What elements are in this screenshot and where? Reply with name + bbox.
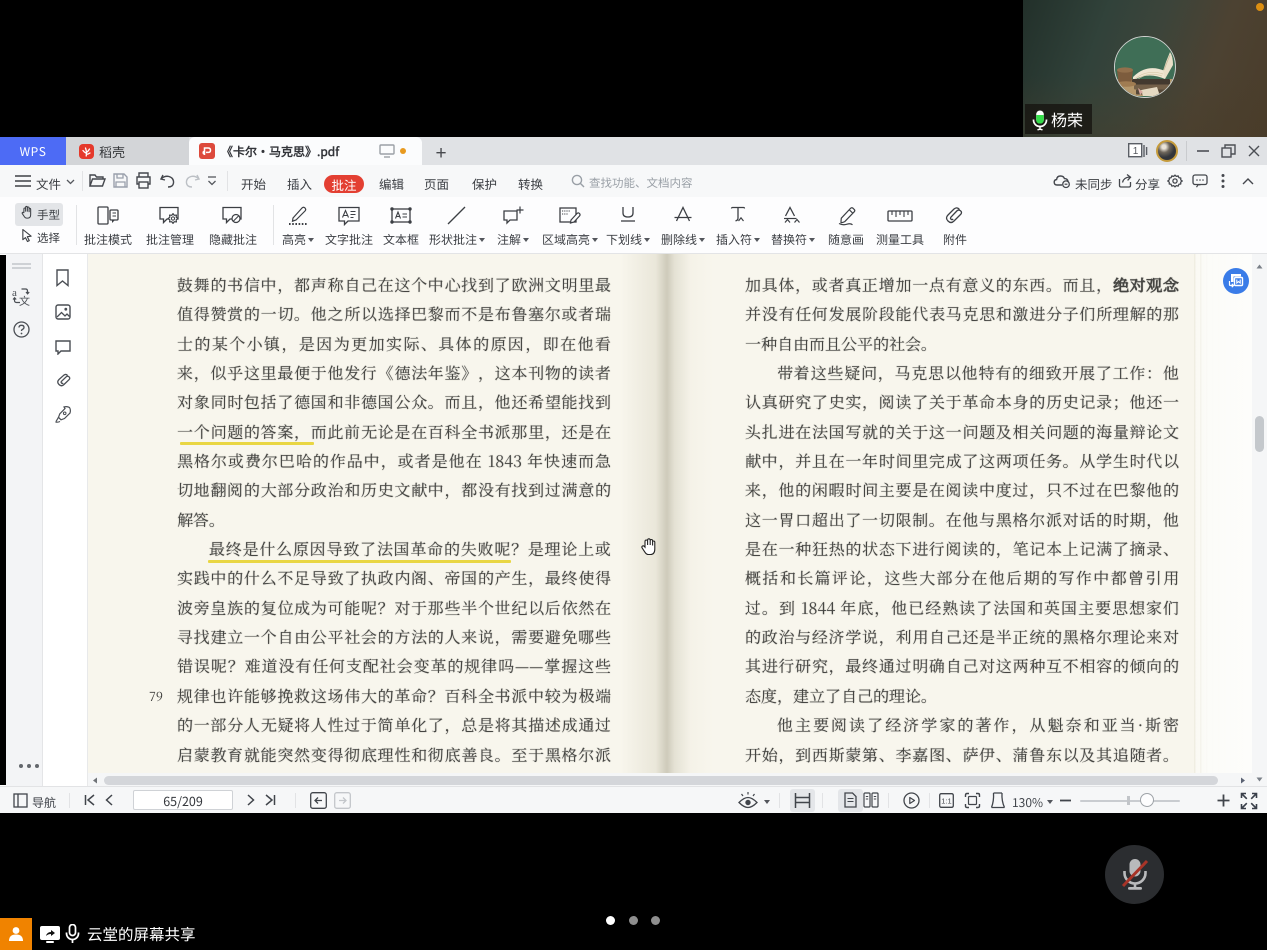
svg-text:1:1: 1:1 (941, 797, 951, 806)
svg-text:1: 1 (1133, 146, 1139, 157)
svg-text:文: 文 (19, 293, 30, 306)
